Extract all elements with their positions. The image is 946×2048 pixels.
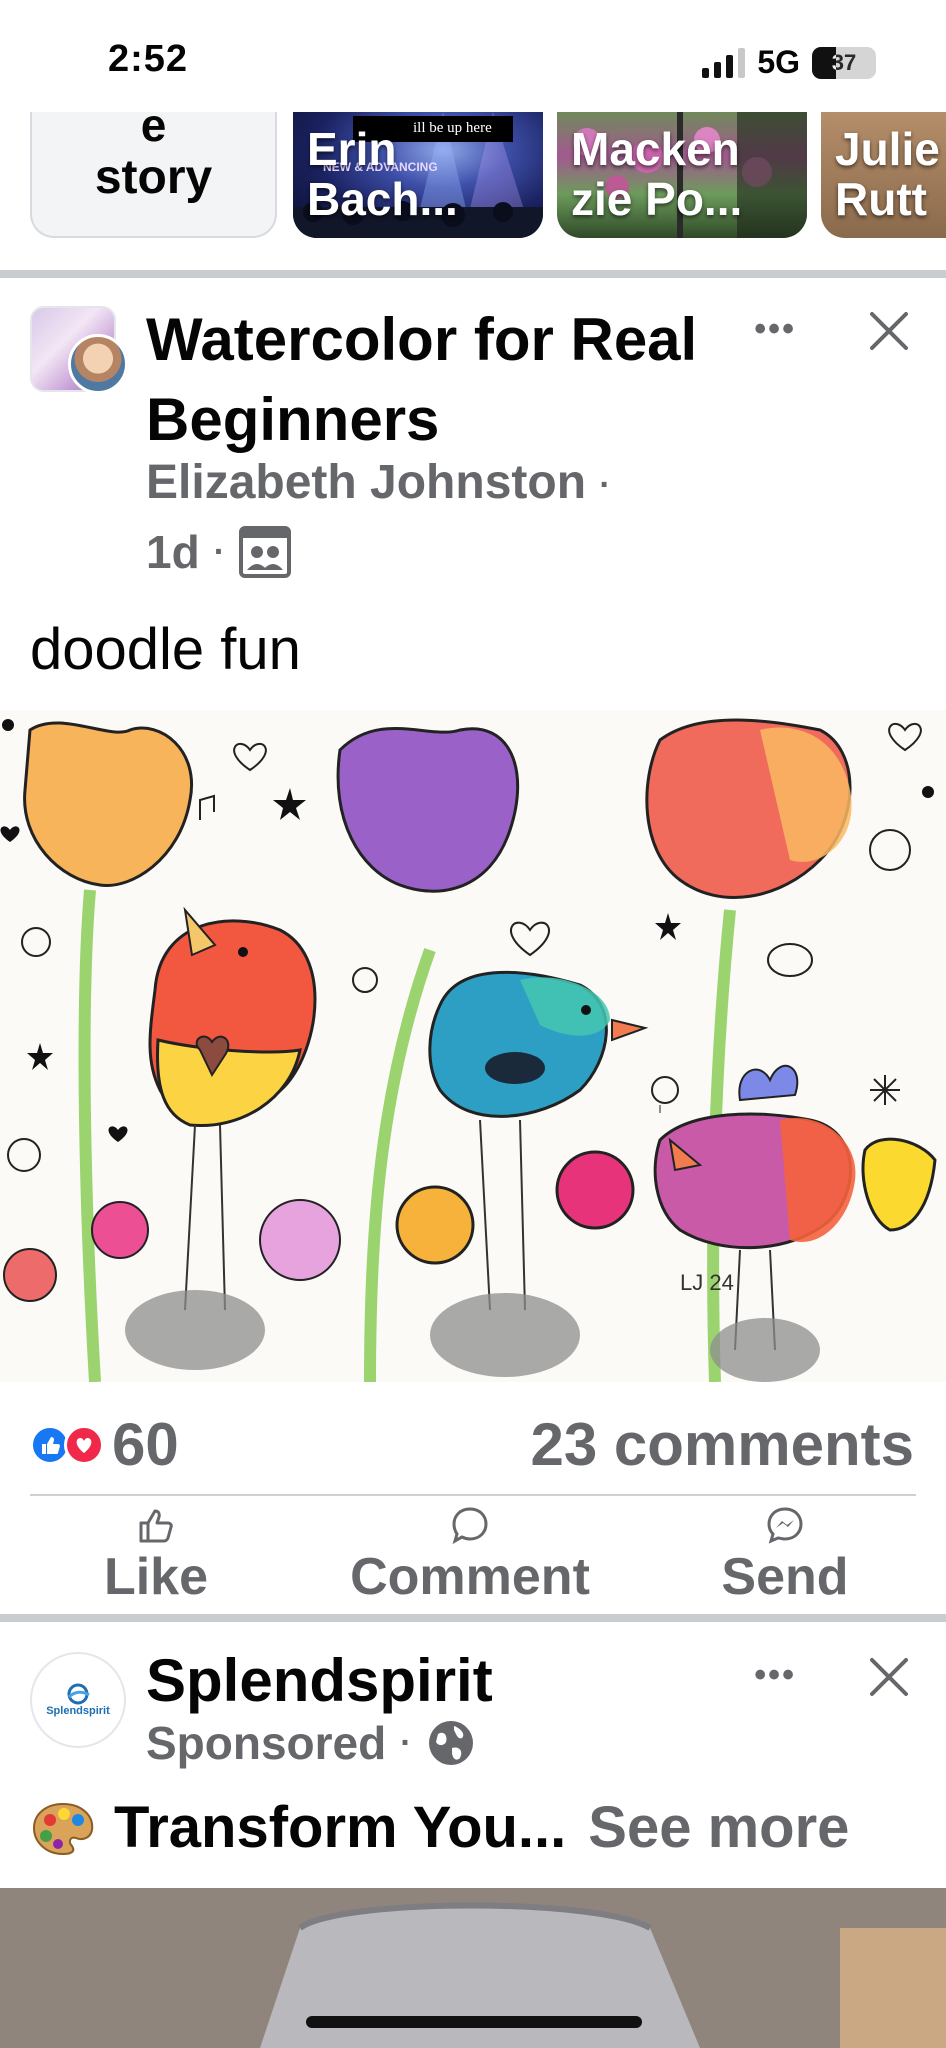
separator-dot: · (599, 465, 611, 504)
author-name[interactable]: Elizabeth Johnston · (146, 455, 611, 510)
sponsor-logo[interactable]: Splendspirit (30, 1652, 126, 1748)
story-name-bottom: zie Po... (571, 173, 743, 225)
feed-divider (0, 1614, 946, 1622)
story-card-erin[interactable]: ill be up here NEW & ADVANCING Erin Bach… (293, 112, 543, 238)
send-button[interactable]: Send (710, 1505, 860, 1607)
like-button[interactable]: Like (96, 1505, 216, 1607)
sponsor-name[interactable]: Splendspirit (146, 1646, 493, 1715)
close-icon[interactable] (866, 1654, 912, 1700)
sponsored-meta: Sponsored · (146, 1716, 476, 1770)
watercolor-artwork: LJ 24 (0, 718, 937, 1382)
sponsored-text: Transform You... See more (30, 1794, 849, 1861)
author-name-text: Elizabeth Johnston (146, 456, 587, 509)
palette-icon (32, 1802, 94, 1855)
image-signature: LJ 24 (680, 1270, 734, 1295)
home-indicator[interactable] (306, 2016, 642, 2028)
comment-icon (452, 1507, 488, 1545)
post-avatar[interactable] (30, 306, 128, 394)
sponsor-logo-icon (67, 1683, 90, 1705)
author-avatar (68, 334, 128, 394)
reactions-summary[interactable]: 60 (30, 1410, 179, 1479)
sponsored-label: Sponsored (146, 1717, 387, 1769)
close-icon[interactable] (866, 308, 912, 354)
post-text: doodle fun (30, 617, 301, 682)
story-name: Julie Rutt (835, 124, 946, 225)
feed-divider (0, 270, 946, 278)
like-label: Like (103, 1548, 209, 1606)
status-time: 2:52 (108, 38, 189, 80)
post-time: 1d (146, 526, 200, 578)
sponsor-logo-text: Splendspirit (46, 1705, 110, 1717)
story-name-top: Julie (835, 123, 940, 175)
love-reaction-icon (64, 1424, 104, 1465)
post-image[interactable]: LJ 24 (0, 710, 946, 1382)
sponsored-headline: Transform You... (114, 1795, 567, 1860)
see-more-link[interactable]: See more (588, 1794, 849, 1861)
network-label: 5G (757, 44, 800, 80)
comment-button[interactable]: Comment (330, 1505, 610, 1607)
story-name-top: Erin (307, 123, 397, 175)
more-options-button[interactable]: ••• (754, 310, 796, 349)
signal-icon (702, 47, 746, 78)
create-story-line1: e (140, 112, 167, 151)
group-title[interactable]: Watercolor for Real Beginners (146, 300, 706, 460)
story-name-top: Macken (571, 123, 740, 175)
messenger-icon (767, 1507, 803, 1544)
create-story-card[interactable]: e story (30, 112, 277, 238)
reaction-count: 60 (112, 1411, 179, 1478)
comment-count[interactable]: 23 comments (531, 1410, 915, 1479)
story-name: Erin Bach... (307, 124, 533, 225)
stories-row: e story ill be up here NEW & ADVANCING E… (0, 112, 946, 240)
status-bar: 2:52 5G 37 (0, 0, 946, 112)
battery-icon: 37 (812, 46, 876, 79)
group-audience-icon (239, 526, 292, 578)
story-name: Macken zie Po... (571, 124, 797, 225)
post-meta: 1d · (146, 525, 292, 579)
create-story-line2: story (94, 151, 213, 204)
like-icon (139, 1509, 173, 1543)
comment-label: Comment (350, 1548, 590, 1606)
story-card-mackenzie[interactable]: Macken zie Po... (557, 112, 807, 238)
globe-icon (428, 1721, 473, 1765)
actions-divider (30, 1494, 916, 1496)
story-card-julie[interactable]: Julie Rutt (821, 112, 946, 238)
send-label: Send (721, 1548, 849, 1606)
separator-dot: · (400, 1723, 412, 1762)
status-indicators: 5G 37 (702, 44, 876, 81)
battery-percent: 37 (831, 49, 857, 75)
post-actions: Like Comment Send (0, 1505, 946, 1615)
separator-dot: · (213, 532, 226, 571)
story-name-bottom: Bach... (307, 173, 458, 225)
story-name-bottom: Rutt (835, 173, 927, 225)
sponsor-more-options-button[interactable]: ••• (754, 1656, 796, 1695)
